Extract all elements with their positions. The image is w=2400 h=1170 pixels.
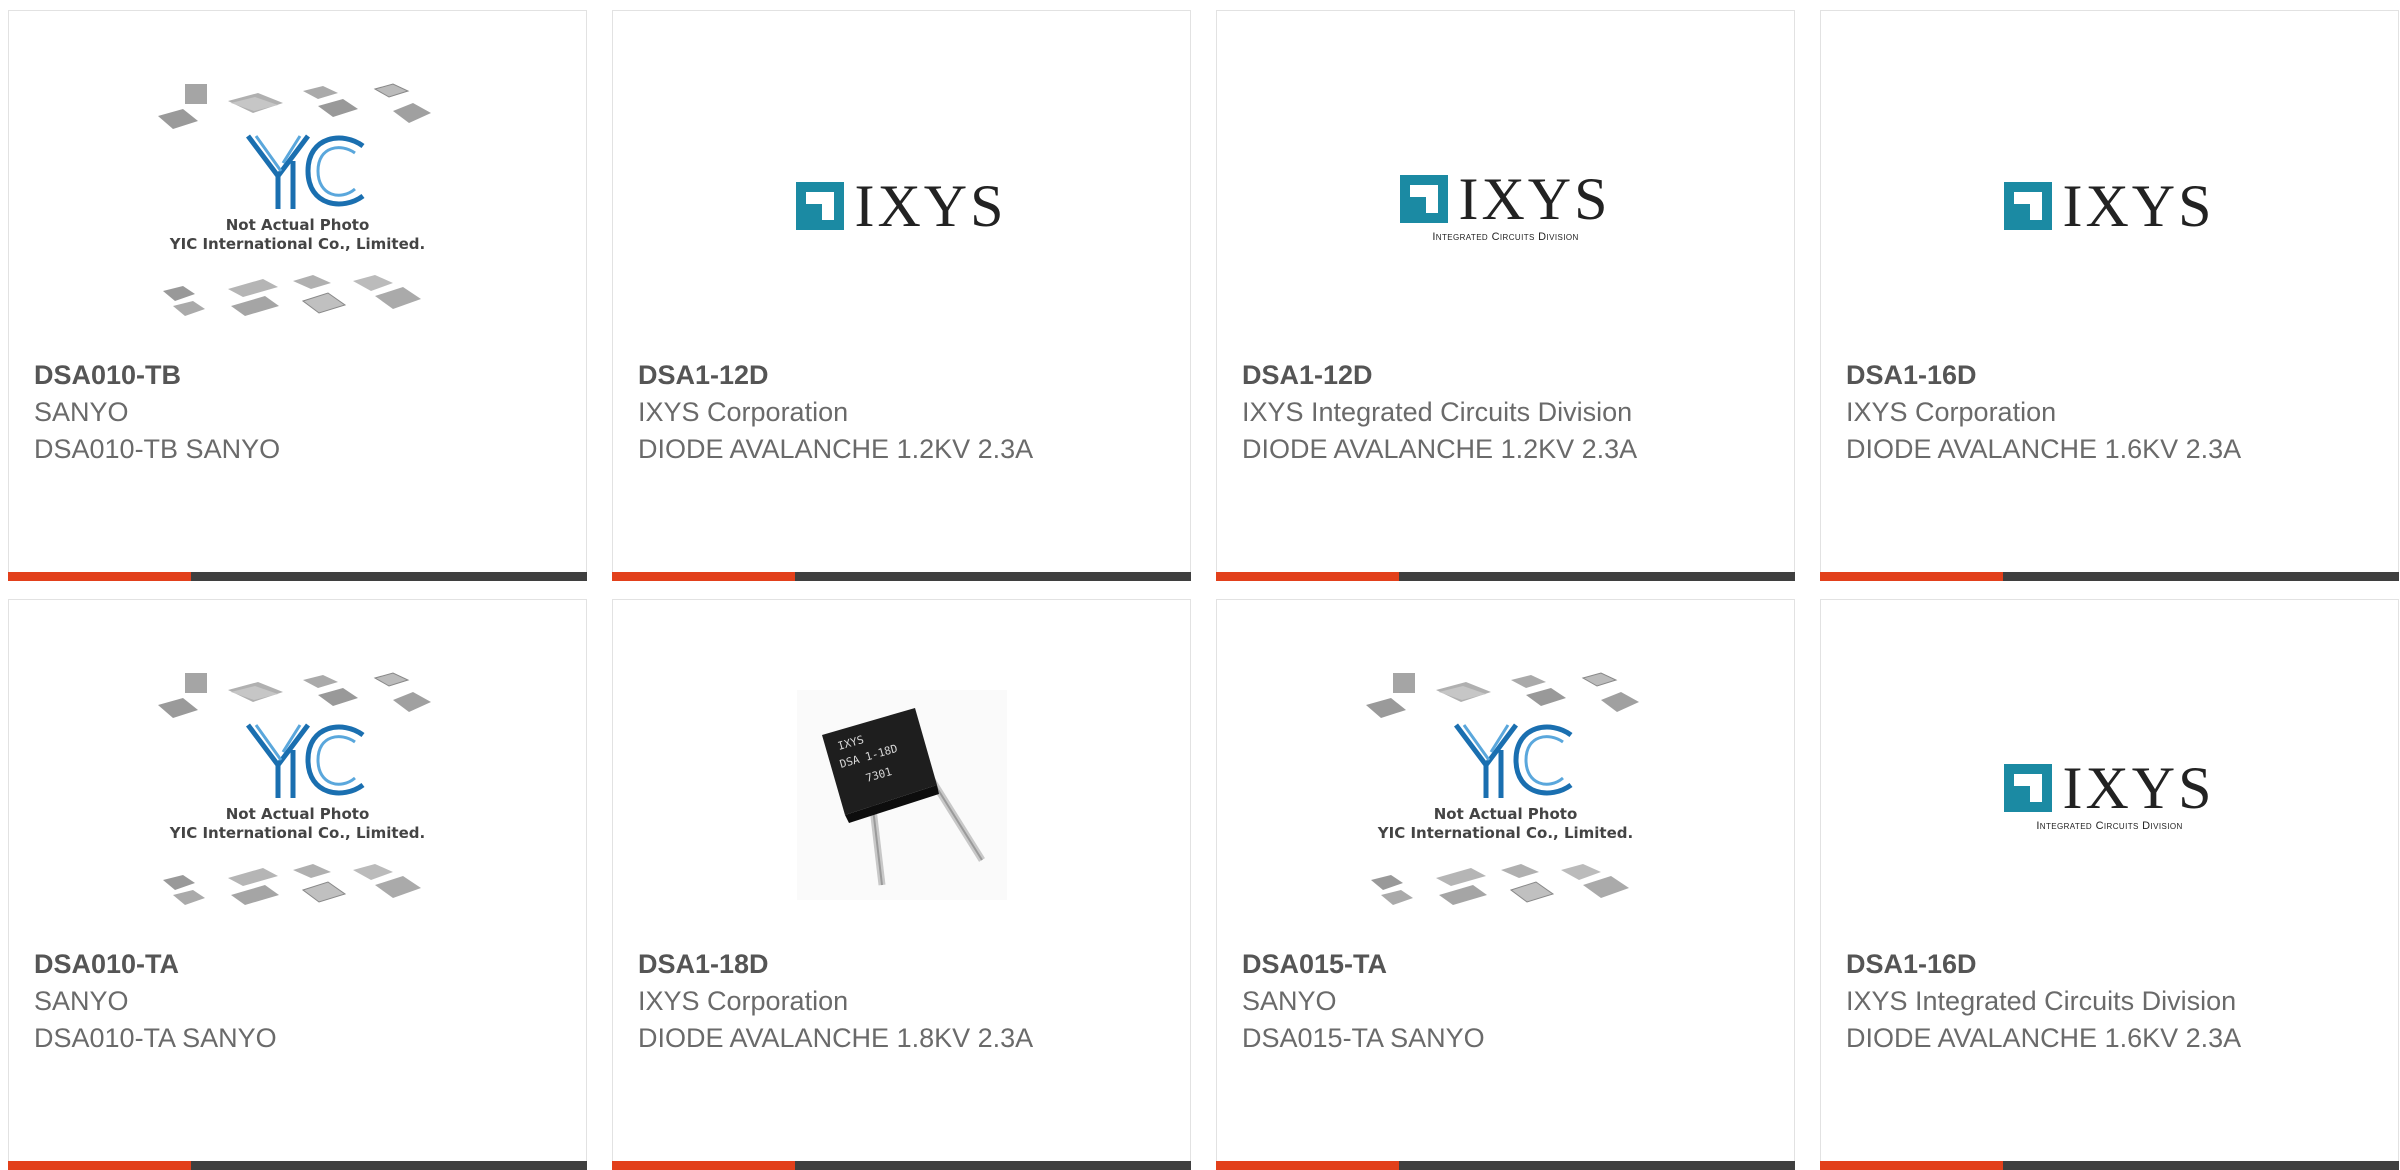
card-bottom-bar <box>612 572 1191 581</box>
description: DIODE AVALANCHE 1.8KV 2.3A <box>638 1023 1034 1053</box>
product-card[interactable]: Not Actual Photo YIC International Co., … <box>1216 599 1795 1170</box>
card-bottom-bar <box>8 572 587 581</box>
yic-logo-icon <box>245 723 364 798</box>
product-image[interactable]: IXYS Integrated Circuits Division <box>1821 650 2398 940</box>
product-info: DSA1-12D IXYS Corporation DIODE AVALANCH… <box>638 357 1180 468</box>
card-bottom-bar <box>1820 572 2399 581</box>
manufacturer: SANYO <box>34 986 129 1016</box>
card-bottom-bar <box>1216 572 1795 581</box>
product-card[interactable]: IXYS Integrated Circuits Division DSA1-1… <box>1216 10 1795 581</box>
part-number[interactable]: DSA1-16D <box>1846 946 2388 983</box>
chips-icon <box>162 275 421 316</box>
description: DIODE AVALANCHE 1.2KV 2.3A <box>638 434 1034 464</box>
product-card[interactable]: IXYS DSA1-16D IXYS Corporation DIODE AVA… <box>1820 10 2399 581</box>
product-info: DSA010-TB SANYO DSA010-TB SANYO <box>34 357 576 468</box>
card-bottom-bar <box>8 1161 587 1170</box>
part-number[interactable]: DSA015-TA <box>1242 946 1784 983</box>
product-card[interactable]: Not Actual Photo YIC International Co., … <box>8 599 587 1170</box>
part-number[interactable]: DSA010-TB <box>34 357 576 394</box>
ixys-logo: IXYS <box>2004 176 2214 236</box>
product-image[interactable]: Not Actual Photo YIC International Co., … <box>9 650 586 940</box>
product-info: DSA010-TA SANYO DSA010-TA SANYO <box>34 946 576 1057</box>
description: DIODE AVALANCHE 1.6KV 2.3A <box>1846 434 2242 464</box>
product-info: DSA1-12D IXYS Integrated Circuits Divisi… <box>1242 357 1784 468</box>
product-card[interactable]: IXYS Integrated Circuits Division DSA1-1… <box>1820 599 2399 1170</box>
product-image[interactable]: IXYS <box>613 61 1190 351</box>
manufacturer: SANYO <box>34 397 129 427</box>
yic-placeholder-image: Not Actual Photo YIC International Co., … <box>1361 670 1651 920</box>
card-bottom-bar <box>1216 1161 1795 1170</box>
ixys-square-icon <box>2004 182 2053 230</box>
product-card[interactable]: IXYS DSA 1-18D 7301 DSA1-18D IXYS Corpor… <box>612 599 1191 1170</box>
part-number[interactable]: DSA1-12D <box>1242 357 1784 394</box>
description: DIODE AVALANCHE 1.6KV 2.3A <box>1846 1023 2242 1053</box>
ixys-square-icon <box>796 182 845 230</box>
ixys-square-icon <box>2004 764 2053 812</box>
product-info: DSA1-16D IXYS Corporation DIODE AVALANCH… <box>1846 357 2388 468</box>
part-number[interactable]: DSA1-12D <box>638 357 1180 394</box>
part-number[interactable]: DSA1-18D <box>638 946 1180 983</box>
product-image[interactable]: IXYS Integrated Circuits Division <box>1217 61 1794 351</box>
manufacturer: IXYS Corporation <box>1846 397 2057 427</box>
chips-icon <box>1370 864 1629 905</box>
product-info: DSA1-16D IXYS Integrated Circuits Divisi… <box>1846 946 2388 1057</box>
yic-logo-icon <box>1453 723 1572 798</box>
diode-photo: IXYS DSA 1-18D 7301 <box>796 690 1007 900</box>
product-card[interactable]: Not Actual Photo YIC International Co., … <box>8 10 587 581</box>
division-label: Integrated Circuits Division <box>1432 231 1579 243</box>
card-bottom-bar <box>1820 1161 2399 1170</box>
yic-placeholder-image: Not Actual Photo YIC International Co., … <box>153 670 443 920</box>
product-image[interactable]: IXYS <box>1821 61 2398 351</box>
division-label: Integrated Circuits Division <box>2036 820 2183 832</box>
ixys-logo: IXYS <box>796 176 1006 236</box>
product-image[interactable]: IXYS DSA 1-18D 7301 <box>613 650 1190 940</box>
product-info: DSA015-TA SANYO DSA015-TA SANYO <box>1242 946 1784 1057</box>
description: DIODE AVALANCHE 1.2KV 2.3A <box>1242 434 1638 464</box>
description: DSA010-TB SANYO <box>34 434 281 464</box>
ixys-icd-logo: IXYS Integrated Circuits Division <box>1400 169 1610 243</box>
part-number[interactable]: DSA010-TA <box>34 946 576 983</box>
manufacturer: IXYS Integrated Circuits Division <box>1846 986 2237 1016</box>
part-number[interactable]: DSA1-16D <box>1846 357 2388 394</box>
placeholder-caption: Not Actual Photo YIC International Co., … <box>169 805 426 842</box>
ixys-square-icon <box>1400 175 1449 223</box>
description: DSA015-TA SANYO <box>1242 1023 1485 1053</box>
product-image[interactable]: Not Actual Photo YIC International Co., … <box>9 61 586 351</box>
manufacturer: IXYS Corporation <box>638 986 849 1016</box>
product-grid: Not Actual Photo YIC International Co., … <box>8 10 2399 1170</box>
manufacturer: IXYS Corporation <box>638 397 849 427</box>
manufacturer: SANYO <box>1242 986 1337 1016</box>
description: DSA010-TA SANYO <box>34 1023 277 1053</box>
product-info: DSA1-18D IXYS Corporation DIODE AVALANCH… <box>638 946 1180 1057</box>
manufacturer: IXYS Integrated Circuits Division <box>1242 397 1633 427</box>
chips-icon <box>162 864 421 905</box>
yic-placeholder-image: Not Actual Photo YIC International Co., … <box>153 81 443 331</box>
ixys-icd-logo: IXYS Integrated Circuits Division <box>2004 758 2214 832</box>
product-card[interactable]: IXYS DSA1-12D IXYS Corporation DIODE AVA… <box>612 10 1191 581</box>
product-image[interactable]: Not Actual Photo YIC International Co., … <box>1217 650 1794 940</box>
placeholder-caption: Not Actual Photo YIC International Co., … <box>169 216 426 253</box>
yic-logo-icon <box>245 134 364 209</box>
placeholder-caption: Not Actual Photo YIC International Co., … <box>1377 805 1634 842</box>
card-bottom-bar <box>612 1161 1191 1170</box>
